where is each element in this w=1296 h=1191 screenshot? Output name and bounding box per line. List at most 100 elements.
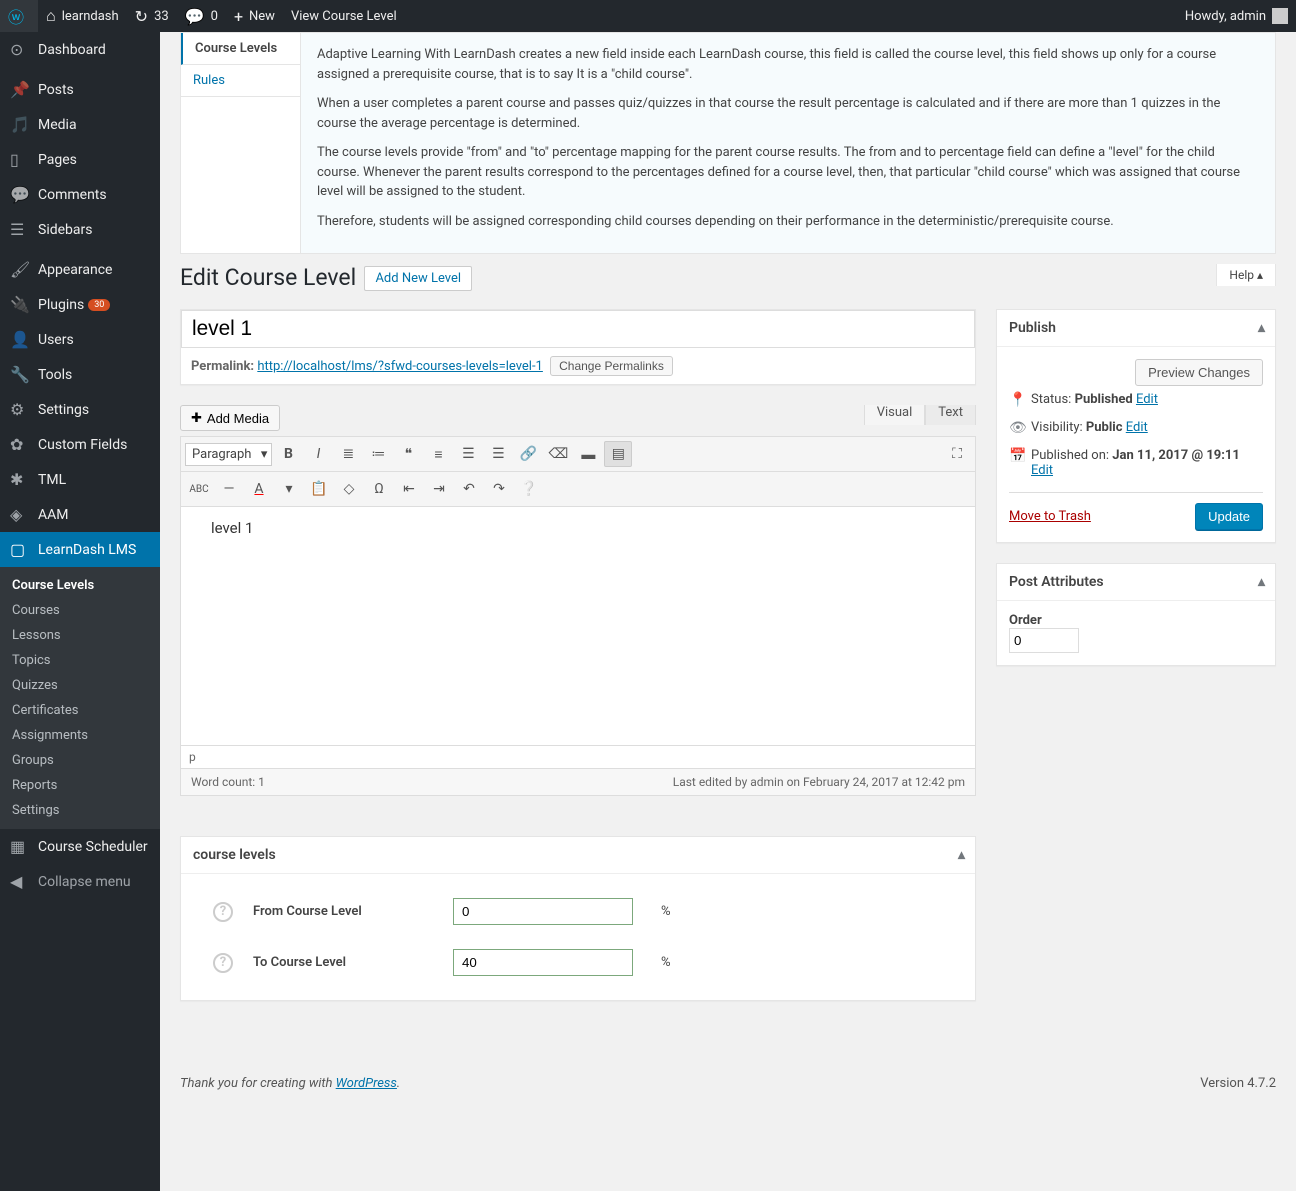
collapse-icon: ◀ bbox=[10, 872, 30, 891]
menu-learndash[interactable]: ▢LearnDash LMS bbox=[0, 532, 160, 567]
new-content-link[interactable]: +New bbox=[226, 0, 283, 32]
align-right-button[interactable]: ☰ bbox=[484, 441, 512, 467]
menu-dashboard[interactable]: ⊙Dashboard bbox=[0, 32, 160, 67]
edit-status-link[interactable]: Edit bbox=[1136, 392, 1158, 407]
indent-button[interactable]: ⇥ bbox=[425, 476, 453, 502]
add-media-button[interactable]: ✚Add Media bbox=[180, 405, 280, 431]
submenu-quizzes[interactable]: Quizzes bbox=[0, 673, 160, 698]
menu-sidebars[interactable]: ☰Sidebars bbox=[0, 212, 160, 247]
collapse-menu[interactable]: ◀Collapse menu bbox=[0, 864, 160, 899]
wordpress-link[interactable]: WordPress bbox=[336, 1076, 397, 1091]
submenu-groups[interactable]: Groups bbox=[0, 748, 160, 773]
link-button[interactable]: 🔗 bbox=[514, 441, 542, 467]
italic-button[interactable]: I bbox=[304, 441, 332, 467]
key-icon: ✱ bbox=[10, 470, 30, 489]
update-button[interactable]: Update bbox=[1195, 503, 1263, 530]
course-levels-metabox: course levels▴ ? From Course Level % ? T… bbox=[180, 836, 976, 1001]
to-level-input[interactable] bbox=[453, 949, 633, 976]
menu-aam[interactable]: ◈AAM bbox=[0, 497, 160, 532]
tab-rules[interactable]: Rules bbox=[181, 65, 300, 97]
edit-date-link[interactable]: Edit bbox=[1031, 463, 1053, 478]
menu-media[interactable]: 🎵Media bbox=[0, 107, 160, 142]
menu-comments[interactable]: 💬Comments bbox=[0, 177, 160, 212]
chevron-up-icon[interactable]: ▴ bbox=[958, 847, 965, 863]
learndash-icon: ▢ bbox=[10, 540, 30, 559]
submenu-lessons[interactable]: Lessons bbox=[0, 623, 160, 648]
order-input[interactable] bbox=[1009, 628, 1079, 653]
menu-posts[interactable]: 📌Posts bbox=[0, 72, 160, 107]
from-level-input[interactable] bbox=[453, 898, 633, 925]
post-title-input[interactable] bbox=[181, 310, 975, 348]
view-link[interactable]: View Course Level bbox=[283, 0, 405, 32]
help-icon[interactable]: ? bbox=[213, 953, 233, 973]
chevron-up-icon[interactable]: ▴ bbox=[1258, 574, 1265, 590]
menu-appearance[interactable]: 🖌Appearance bbox=[0, 252, 160, 287]
help-icon-button[interactable]: ❔ bbox=[515, 476, 543, 502]
kitchen-sink-button[interactable]: ▤ bbox=[604, 441, 632, 467]
submenu-certificates[interactable]: Certificates bbox=[0, 698, 160, 723]
quote-button[interactable]: ❝ bbox=[394, 441, 422, 467]
view-label: View Course Level bbox=[291, 9, 397, 24]
help-toggle[interactable]: Help ▴ bbox=[1216, 264, 1276, 286]
course-levels-heading[interactable]: course levels▴ bbox=[181, 837, 975, 874]
add-new-button[interactable]: Add New Level bbox=[364, 266, 472, 291]
preview-button[interactable]: Preview Changes bbox=[1135, 359, 1263, 386]
chevron-down-icon[interactable]: ▾ bbox=[275, 476, 303, 502]
unlink-button[interactable]: ⌫ bbox=[544, 441, 572, 467]
redo-button[interactable]: ↷ bbox=[485, 476, 513, 502]
strikethrough-button[interactable]: ABC bbox=[185, 476, 213, 502]
page-title: Edit Course Level bbox=[180, 264, 356, 291]
chevron-up-icon[interactable]: ▴ bbox=[1258, 320, 1265, 336]
special-char-button[interactable]: Ω bbox=[365, 476, 393, 502]
move-to-trash-link[interactable]: Move to Trash bbox=[1009, 509, 1091, 524]
editor-content[interactable]: level 1 bbox=[180, 506, 976, 746]
my-account[interactable]: Howdy, admin bbox=[1177, 0, 1296, 32]
menu-course-scheduler[interactable]: ▦Course Scheduler bbox=[0, 829, 160, 864]
submenu-course-levels[interactable]: Course Levels bbox=[0, 573, 160, 598]
menu-tml[interactable]: ✱TML bbox=[0, 462, 160, 497]
format-select[interactable]: Paragraph ▾ bbox=[185, 443, 272, 466]
text-color-button[interactable]: A bbox=[245, 476, 273, 502]
menu-settings[interactable]: ⚙Settings bbox=[0, 392, 160, 427]
publish-heading[interactable]: Publish▴ bbox=[997, 310, 1275, 347]
submenu-courses[interactable]: Courses bbox=[0, 598, 160, 623]
submenu-topics[interactable]: Topics bbox=[0, 648, 160, 673]
post-attributes-heading[interactable]: Post Attributes▴ bbox=[997, 564, 1275, 601]
menu-custom-fields[interactable]: ✿Custom Fields bbox=[0, 427, 160, 462]
menu-tools[interactable]: 🔧Tools bbox=[0, 357, 160, 392]
clear-format-button[interactable]: ◇ bbox=[335, 476, 363, 502]
submenu-settings[interactable]: Settings bbox=[0, 798, 160, 823]
from-level-row: ? From Course Level % bbox=[193, 886, 963, 937]
outdent-button[interactable]: ⇤ bbox=[395, 476, 423, 502]
comments-link[interactable]: 💬0 bbox=[177, 0, 226, 32]
permalink-url[interactable]: http://localhost/lms/?sfwd-courses-level… bbox=[257, 359, 543, 374]
menu-pages[interactable]: ▯Pages bbox=[0, 142, 160, 177]
submenu-assignments[interactable]: Assignments bbox=[0, 723, 160, 748]
updates-link[interactable]: ↻33 bbox=[127, 0, 177, 32]
bold-button[interactable]: B bbox=[274, 441, 302, 467]
wp-logo[interactable]: ⓦ bbox=[0, 0, 38, 32]
help-icon[interactable]: ? bbox=[213, 902, 233, 922]
visual-tab[interactable]: Visual bbox=[864, 405, 926, 425]
site-name-link[interactable]: ⌂learndash bbox=[38, 0, 127, 32]
edit-visibility-link[interactable]: Edit bbox=[1126, 420, 1148, 435]
change-permalinks-button[interactable]: Change Permalinks bbox=[550, 356, 673, 376]
text-tab[interactable]: Text bbox=[925, 405, 976, 425]
to-level-row: ? To Course Level % bbox=[193, 937, 963, 988]
menu-users[interactable]: 👤Users bbox=[0, 322, 160, 357]
hr-button[interactable]: — bbox=[215, 476, 243, 502]
menu-plugins[interactable]: 🔌Plugins30 bbox=[0, 287, 160, 322]
paste-text-button[interactable]: 📋 bbox=[305, 476, 333, 502]
align-left-button[interactable]: ≡ bbox=[424, 441, 452, 467]
undo-button[interactable]: ↶ bbox=[455, 476, 483, 502]
pin-icon: 📍 bbox=[1009, 392, 1025, 408]
align-center-button[interactable]: ☰ bbox=[454, 441, 482, 467]
more-button[interactable]: ▬ bbox=[574, 441, 602, 467]
submenu-reports[interactable]: Reports bbox=[0, 773, 160, 798]
last-edited: Last edited by admin on February 24, 201… bbox=[673, 775, 965, 789]
fullscreen-button[interactable]: ⛶ bbox=[943, 441, 971, 467]
howdy-text: Howdy, admin bbox=[1185, 9, 1266, 24]
bullet-list-button[interactable]: ≣ bbox=[334, 441, 362, 467]
numbered-list-button[interactable]: ≔ bbox=[364, 441, 392, 467]
tab-course-levels[interactable]: Course Levels bbox=[181, 33, 300, 65]
